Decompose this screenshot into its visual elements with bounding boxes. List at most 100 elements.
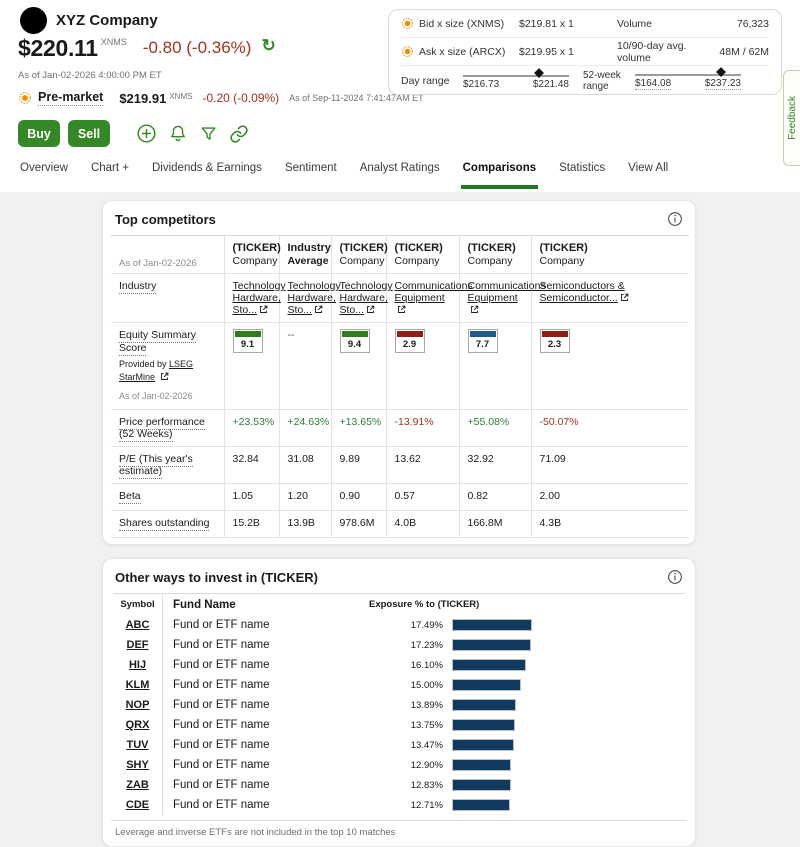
column-header: (TICKER)Company: [531, 236, 689, 274]
tab-statistics[interactable]: Statistics: [559, 152, 605, 192]
row-label[interactable]: Shares outstanding: [119, 517, 209, 531]
alert-bell-icon[interactable]: [168, 123, 188, 144]
exposure-pct: 15.00%: [359, 680, 443, 691]
equity-as-of: As of Jan-02-2026: [119, 390, 218, 403]
day-range-low: $216.73: [463, 79, 499, 90]
fund-name: Fund or ETF name: [163, 719, 359, 731]
top-competitors-card: Top competitors As of Jan-02-2026 (TICKE…: [102, 200, 696, 545]
metric-value: 1.20: [279, 484, 331, 511]
symbol-column-header: Symbol: [113, 594, 163, 615]
pe-row: P/E (This year's estimate) 32.84 31.08 9…: [111, 447, 689, 484]
fund-symbol-link[interactable]: QRX: [126, 719, 150, 731]
tab-comparisons[interactable]: Comparisons: [463, 152, 537, 192]
tab-sentiment[interactable]: Sentiment: [285, 152, 337, 192]
ask-label: Ask x size (ARCX): [419, 46, 505, 58]
main-content: Top competitors As of Jan-02-2026 (TICKE…: [0, 192, 800, 777]
fund-name-column-header: Fund Name: [163, 599, 359, 611]
premarket-label[interactable]: Pre-market: [38, 90, 103, 106]
refresh-icon[interactable]: ↻: [261, 36, 275, 56]
funds-footnote: Leverage and inverse ETFs are not includ…: [111, 820, 687, 840]
industry-row-label[interactable]: Industry: [119, 280, 156, 294]
column-header: (TICKER)Company: [386, 236, 459, 274]
column-header: (TICKER)Company: [224, 236, 279, 274]
tab-chart[interactable]: Chart +: [91, 152, 129, 192]
filter-funnel-icon[interactable]: [199, 124, 218, 144]
row-label[interactable]: P/E (This year's estimate): [119, 453, 193, 479]
fund-symbol-link[interactable]: NOP: [126, 699, 150, 711]
fund-name: Fund or ETF name: [163, 659, 359, 671]
info-icon[interactable]: [667, 569, 683, 585]
equity-score-badge: 7.7: [468, 329, 498, 353]
sun-icon: [18, 91, 32, 105]
info-icon[interactable]: [667, 211, 683, 227]
industry-row: Industry Technology Hardware, Sto... Tec…: [111, 274, 689, 323]
column-header: (TICKER)Company: [331, 236, 386, 274]
row-label[interactable]: Beta: [119, 490, 141, 504]
exposure-column-header: Exposure % to (TICKER): [359, 599, 685, 610]
fund-name: Fund or ETF name: [163, 679, 359, 691]
tab-view-all[interactable]: View All: [628, 152, 668, 192]
fund-row: DEF Fund or ETF name 17.23%: [113, 635, 685, 655]
metric-value: 0.82: [459, 484, 531, 511]
fund-row: HIJ Fund or ETF name 16.10%: [113, 655, 685, 675]
equity-score-badge: 9.1: [233, 329, 263, 353]
tab-dividends-earnings[interactable]: Dividends & Earnings: [152, 152, 262, 192]
metric-value: 15.2B: [224, 511, 279, 538]
sell-button[interactable]: Sell: [68, 120, 110, 147]
row-label[interactable]: Price performance (52 Weeks): [119, 416, 205, 442]
exposure-bar: [452, 799, 510, 811]
link-icon[interactable]: [229, 124, 249, 144]
fund-row: CDE Fund or ETF name 12.71%: [113, 795, 685, 815]
fund-symbol-link[interactable]: HIJ: [129, 659, 146, 671]
add-circle-icon[interactable]: [136, 123, 157, 144]
tab-overview[interactable]: Overview: [20, 152, 68, 192]
metric-value: 166.8M: [459, 511, 531, 538]
funds-header-row: Symbol Fund Name Exposure % to (TICKER): [113, 593, 685, 615]
price-performance-row: Price performance (52 Weeks) +23.53% +24…: [111, 410, 689, 447]
metric-value: +55.08%: [459, 410, 531, 447]
company-logo: [20, 7, 47, 34]
exposure-bar: [452, 619, 532, 631]
buy-button[interactable]: Buy: [18, 120, 60, 147]
exposure-pct: 12.83%: [359, 780, 443, 791]
fund-symbol-link[interactable]: TUV: [127, 739, 149, 751]
fund-row: TUV Fund or ETF name 13.47%: [113, 735, 685, 755]
exposure-pct: 17.49%: [359, 620, 443, 631]
avg-volume-label: 10/90-day avg. volume: [611, 40, 719, 64]
week52-high[interactable]: $237.23: [705, 78, 741, 90]
fund-row: KLM Fund or ETF name 15.00%: [113, 675, 685, 695]
metric-value: -13.91%: [386, 410, 459, 447]
exposure-bar: [452, 659, 526, 671]
metric-value: 0.57: [386, 484, 459, 511]
exposure-pct: 17.23%: [359, 640, 443, 651]
tab-analyst-ratings[interactable]: Analyst Ratings: [360, 152, 440, 192]
fund-symbol-link[interactable]: SHY: [126, 759, 149, 771]
fund-symbol-link[interactable]: ZAB: [126, 779, 149, 791]
industry-link[interactable]: Semiconductors & Semiconductor...: [540, 280, 625, 304]
week52-low[interactable]: $164.08: [635, 78, 671, 90]
fund-symbol-link[interactable]: DEF: [127, 639, 149, 651]
price-row: $220.11 XNMS -0.80 (-0.36%) ↻: [18, 35, 276, 62]
competitors-table: As of Jan-02-2026 (TICKER)Company Indust…: [111, 235, 689, 538]
external-link-icon: [314, 305, 323, 314]
exposure-bar: [452, 759, 511, 771]
metric-value: +13.65%: [331, 410, 386, 447]
fund-symbol-link[interactable]: CDE: [126, 799, 149, 811]
feedback-tab[interactable]: Feedback: [783, 70, 800, 166]
metric-value: 13.62: [386, 447, 459, 484]
sun-icon: [401, 17, 414, 30]
section-tabs: Overview Chart + Dividends & Earnings Se…: [20, 152, 668, 192]
shares-outstanding-row: Shares outstanding 15.2B 13.9B 978.6M 4.…: [111, 511, 689, 538]
exposure-pct: 13.47%: [359, 740, 443, 751]
column-header-industry-average: IndustryAverage: [279, 236, 331, 274]
exposure-bar: [452, 699, 516, 711]
equity-score-label[interactable]: Equity Summary Score: [119, 329, 196, 356]
exchange-code: XNMS: [101, 37, 127, 47]
metric-value: 4.3B: [531, 511, 689, 538]
table-as-of: As of Jan-02-2026: [111, 236, 224, 274]
fund-symbol-link[interactable]: ABC: [126, 619, 150, 631]
fund-symbol-link[interactable]: KLM: [126, 679, 150, 691]
ask-value: $219.95 x 1: [519, 46, 611, 58]
premarket-row: Pre-market $219.91 XNMS -0.20 (-0.09%) A…: [18, 90, 424, 106]
other-ways-title: Other ways to invest in (TICKER): [115, 570, 318, 585]
